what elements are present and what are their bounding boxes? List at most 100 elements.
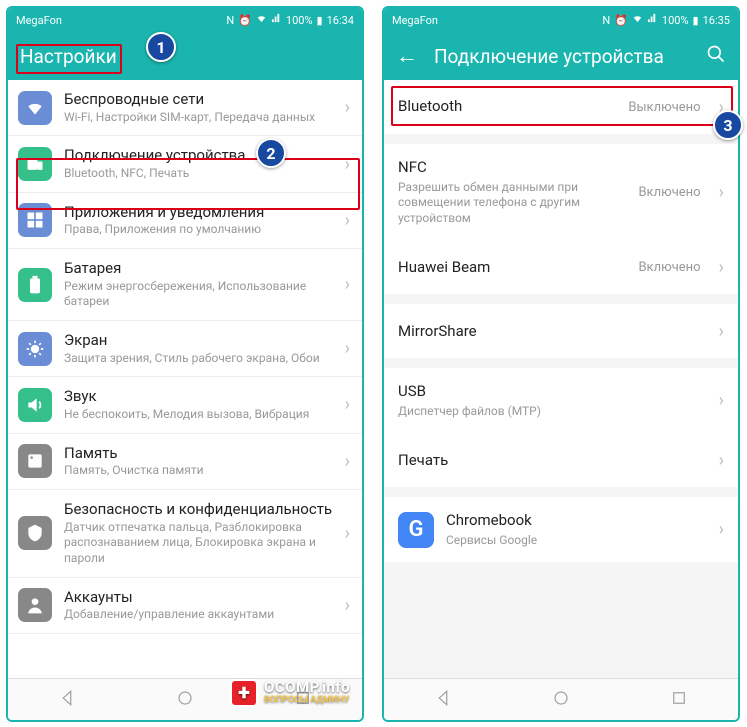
chevron-right-icon: › — [345, 523, 350, 544]
settings-list[interactable]: Беспроводные сетиWi-Fi, Настройки SIM-ка… — [8, 80, 362, 678]
apps-icon — [18, 203, 52, 237]
row-text: MirrorShare — [398, 322, 707, 342]
row-text: Bluetooth — [398, 97, 616, 117]
row-text: NFCРазрешить обмен данными при совмещени… — [398, 158, 626, 226]
connection-row-bluetooth[interactable]: BluetoothВыключено› — [384, 80, 738, 134]
chevron-right-icon: › — [719, 519, 724, 540]
row-title: Звук — [64, 387, 333, 406]
search-icon[interactable] — [706, 44, 726, 69]
row-subtitle: Права, Приложения по умолчанию — [64, 222, 333, 238]
chevron-right-icon: › — [345, 451, 350, 472]
nav-home-icon[interactable] — [552, 689, 570, 711]
section-divider — [384, 134, 738, 144]
section-divider — [384, 294, 738, 304]
phone-right-screenshot: MegaFon N ⏰ 100% ▮ 16:35 ← Подключение у… — [382, 6, 740, 722]
row-title: Аккаунты — [64, 588, 333, 607]
sound-icon — [18, 388, 52, 422]
battery-icon: ▮ — [693, 14, 699, 27]
battery-label: 100% — [662, 14, 689, 27]
connections-list[interactable]: Bluetooth Выключено › NFCРазрешить обмен да… — [384, 80, 738, 678]
nav-back-icon[interactable] — [434, 689, 452, 711]
chevron-right-icon: › — [345, 97, 350, 118]
page-title: Подключение устройства — [434, 45, 664, 68]
row-text: Подключение устройстваBluetooth, NFC, Пе… — [64, 146, 333, 181]
chevron-right-icon: › — [719, 390, 724, 411]
row-subtitle: Не беспокоить, Мелодия вызова, Вибрация — [64, 407, 333, 423]
row-text: ChromebookСервисы Google — [446, 511, 707, 548]
chromebook-icon: G — [398, 512, 434, 548]
connection-row-nfc[interactable]: NFCРазрешить обмен данными при совмещени… — [384, 144, 738, 240]
signal-icon — [271, 13, 282, 27]
row-subtitle: Защита зрения, Стиль рабочего экрана, Об… — [64, 351, 333, 367]
row-subtitle: Датчик отпечатка пальца, Разблокировка р… — [64, 520, 333, 567]
devices-icon — [18, 147, 52, 181]
row-text: Приложения и уведомленияПрава, Приложени… — [64, 203, 333, 238]
battery-label: 100% — [286, 14, 313, 27]
row-title: Беспроводные сети — [64, 90, 333, 109]
section-divider — [384, 358, 738, 368]
row-title: Печать — [398, 451, 707, 471]
back-icon[interactable]: ← — [396, 43, 418, 69]
row-title: Приложения и уведомления — [64, 203, 333, 222]
row-subtitle: Wi-Fi, Настройки SIM-карт, Передача данн… — [64, 110, 333, 126]
nav-home-icon[interactable] — [176, 689, 194, 711]
chevron-right-icon: › — [345, 274, 350, 295]
settings-row-accounts[interactable]: АккаунтыДобавление/управление аккаунтами… — [8, 578, 362, 634]
row-value: Включено — [638, 260, 700, 275]
row-title: Память — [64, 444, 333, 463]
settings-row-sound[interactable]: ЗвукНе беспокоить, Мелодия вызова, Вибра… — [8, 377, 362, 433]
row-title: Bluetooth — [398, 97, 616, 117]
settings-row-storage[interactable]: ПамятьПамять, Очистка памяти › — [8, 434, 362, 490]
storage-icon — [18, 444, 52, 478]
row-subtitle: Режим энергосбережения, Использование ба… — [64, 279, 333, 310]
wifi-icon — [18, 91, 52, 125]
chevron-right-icon: › — [345, 154, 350, 175]
settings-row-wireless[interactable]: Беспроводные сетиWi-Fi, Настройки SIM-ка… — [8, 80, 362, 136]
row-title: Chromebook — [446, 511, 707, 531]
time-label: 16:34 — [327, 14, 354, 27]
nav-recent-icon[interactable] — [294, 689, 312, 711]
battery-icon: ▮ — [317, 14, 323, 27]
connection-row-mirrorshare[interactable]: MirrorShare› — [384, 304, 738, 358]
display-icon — [18, 332, 52, 366]
annotation-badge-3: 3 — [713, 110, 743, 140]
row-title: Экран — [64, 331, 333, 350]
row-text: Печать — [398, 451, 707, 471]
settings-row-connections[interactable]: Подключение устройстваBluetooth, NFC, Пе… — [8, 136, 362, 192]
section-divider — [384, 487, 738, 497]
connection-row-chromebook[interactable]: G ChromebookСервисы Google › — [384, 497, 738, 562]
settings-row-battery[interactable]: БатареяРежим энергосбережения, Использов… — [8, 249, 362, 321]
row-title: Подключение устройства — [64, 146, 333, 165]
settings-row-security[interactable]: Безопасность и конфиденциальностьДатчик … — [8, 490, 362, 578]
accounts-icon — [18, 588, 52, 622]
status-icons: N ⏰ 100% ▮ 16:34 — [226, 13, 354, 27]
security-icon — [18, 516, 52, 550]
row-title: MirrorShare — [398, 322, 707, 342]
nav-back-icon[interactable] — [58, 689, 76, 711]
connection-row-usb[interactable]: USBДиспетчер файлов (MTP)› — [384, 368, 738, 433]
annotation-badge-1: 1 — [146, 32, 176, 62]
chevron-right-icon: › — [345, 595, 350, 616]
chevron-right-icon: › — [719, 182, 724, 203]
row-title: USB — [398, 382, 707, 402]
alarm-icon: ⏰ — [238, 14, 252, 27]
settings-row-apps[interactable]: Приложения и уведомленияПрава, Приложени… — [8, 193, 362, 249]
row-text: ЭкранЗащита зрения, Стиль рабочего экран… — [64, 331, 333, 366]
carrier-label: MegaFon — [392, 14, 438, 27]
settings-row-display[interactable]: ЭкранЗащита зрения, Стиль рабочего экран… — [8, 321, 362, 377]
status-icons: N ⏰ 100% ▮ 16:35 — [602, 13, 730, 27]
row-value: Выключено — [628, 100, 700, 115]
titlebar-settings: Настройки — [8, 32, 362, 80]
statusbar: MegaFon N ⏰ 100% ▮ 16:34 — [8, 8, 362, 32]
row-subtitle: Память, Очистка памяти — [64, 463, 333, 479]
connection-row-print[interactable]: Печать› — [384, 433, 738, 487]
row-text: Беспроводные сетиWi-Fi, Настройки SIM-ка… — [64, 90, 333, 125]
row-subtitle: Добавление/управление аккаунтами — [64, 607, 333, 623]
nav-recent-icon[interactable] — [670, 689, 688, 711]
titlebar-connections: ← Подключение устройства — [384, 32, 738, 80]
system-navbar — [384, 678, 738, 720]
row-title: Батарея — [64, 259, 333, 278]
connection-row-huawei-beam[interactable]: Huawei BeamВключено› — [384, 240, 738, 294]
chevron-right-icon: › — [345, 210, 350, 231]
phone-left-screenshot: MegaFon N ⏰ 100% ▮ 16:34 Настройки Беспр… — [6, 6, 364, 722]
